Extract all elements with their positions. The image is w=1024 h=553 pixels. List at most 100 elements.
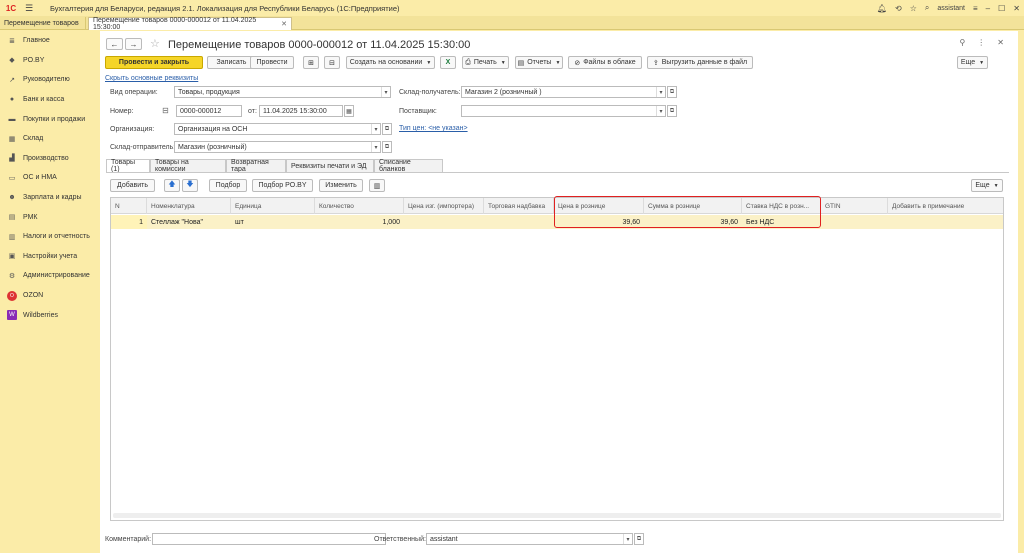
post-and-close-button[interactable]: Провести и закрыть <box>105 56 203 69</box>
move-up-button[interactable]: 🡅 <box>164 179 180 192</box>
sidebar-item-admin[interactable]: ⚙ Администрирование <box>0 266 100 286</box>
receiver-warehouse-field[interactable]: Магазин 2 (розничный ) ▾ <box>461 86 666 98</box>
save-button[interactable]: Записать <box>207 56 256 69</box>
open-supplier-button[interactable]: ⧉ <box>667 105 677 117</box>
col-n[interactable]: N <box>111 198 147 214</box>
window-tab-list[interactable]: Перемещение товаров <box>0 17 86 30</box>
select-poby-button[interactable]: Подбор PO.BY <box>252 179 313 192</box>
sidebar-item-rmk[interactable]: ▤ РМК <box>0 207 100 227</box>
col-markup[interactable]: Торговая надбавка <box>484 198 554 214</box>
structure-button[interactable]: ⊟ <box>324 56 340 69</box>
export-data-button[interactable]: ⇪ Выгрузить данные в файл <box>647 56 753 69</box>
goods-table[interactable]: N Номенклатура Единица Количество Цена и… <box>110 196 1005 521</box>
sidebar-item-poby[interactable]: ◆ PO.BY <box>0 51 100 71</box>
tab-blank-writeoff[interactable]: Списание бланков <box>374 159 443 173</box>
bell-icon[interactable]: 🔔︎ <box>877 4 887 13</box>
cell-unit[interactable]: шт <box>231 215 315 229</box>
reports-button[interactable]: ▤ Отчеты ▼ <box>515 56 563 69</box>
change-button[interactable]: Изменить <box>319 179 363 192</box>
tab-commission-goods[interactable]: Товары на комиссии <box>150 159 226 173</box>
price-type-link[interactable]: Тип цен: <не указан> <box>399 125 468 132</box>
close-tab-icon[interactable]: ✕ <box>281 20 287 28</box>
open-responsible-button[interactable]: ⧉ <box>634 533 644 545</box>
move-down-button[interactable]: 🡇 <box>182 179 198 192</box>
tab-returnable-packaging[interactable]: Возвратная тара <box>226 159 286 173</box>
more-button[interactable]: Еще ▼ <box>957 56 988 69</box>
add-row-button[interactable]: Добавить <box>110 179 155 192</box>
sidebar-item-ozon[interactable]: O OZON <box>0 286 100 306</box>
chevron-down-icon[interactable]: ▾ <box>656 106 665 116</box>
cell-gtin[interactable] <box>821 215 888 229</box>
supplier-field[interactable]: ▾ <box>461 105 666 117</box>
open-receiver-button[interactable]: ⧉ <box>667 86 677 98</box>
sidebar-item-salary[interactable]: ☻ Зарплата и кадры <box>0 188 100 208</box>
sidebar-item-main[interactable]: ≣ Главное <box>0 31 100 51</box>
col-gtin[interactable]: GTIN <box>821 198 888 214</box>
sidebar-item-sales[interactable]: ▬ Покупки и продажи <box>0 109 100 129</box>
search-icon[interactable]: ⌕ <box>925 3 929 13</box>
date-field[interactable]: 11.04.2025 15:30:00 <box>259 105 343 117</box>
operation-type-select[interactable]: Товары, продукция ▾ <box>174 86 391 98</box>
open-sender-button[interactable]: ⧉ <box>382 141 392 153</box>
select-button[interactable]: Подбор <box>209 179 247 192</box>
settings-menu-icon[interactable]: ≡ <box>973 4 978 13</box>
col-add-note[interactable]: Добавить в примечание <box>888 198 1005 214</box>
col-quantity[interactable]: Количество <box>315 198 404 214</box>
sidebar-item-production[interactable]: ▟ Производство <box>0 149 100 169</box>
window-tab-document[interactable]: Перемещение товаров 0000-000012 от 11.04… <box>88 17 292 31</box>
number-lock-icon[interactable]: ⊟ <box>162 106 169 115</box>
col-unit[interactable]: Единица <box>231 198 315 214</box>
chevron-down-icon[interactable]: ▾ <box>656 87 665 97</box>
minimize-icon[interactable]: – <box>986 4 990 13</box>
hide-main-details-link[interactable]: Скрыть основные реквизиты <box>105 75 198 82</box>
calendar-button[interactable]: ▦ <box>344 105 354 117</box>
excel-button[interactable]: X <box>440 56 456 69</box>
close-icon[interactable]: ✕ <box>997 38 1004 47</box>
favorite-star-icon[interactable]: ☆ <box>910 4 917 13</box>
col-mfr-price[interactable]: Цена изг. (импортера) <box>404 198 484 214</box>
horizontal-scrollbar[interactable] <box>113 513 1001 518</box>
link-icon[interactable]: ⚲ <box>959 38 965 47</box>
create-based-on-button[interactable]: Создать на основании ▼ <box>346 56 435 69</box>
maximize-icon[interactable]: ☐ <box>998 4 1005 13</box>
tab-goods[interactable]: Товары (1) <box>106 159 150 173</box>
back-button[interactable]: ← <box>106 38 123 50</box>
history-icon[interactable]: ⟲ <box>895 4 902 13</box>
chevron-down-icon[interactable]: ▾ <box>381 87 390 97</box>
cell-markup[interactable] <box>484 215 554 229</box>
print-button[interactable]: ⎙ Печать ▼ <box>462 56 509 69</box>
forward-button[interactable]: → <box>125 38 142 50</box>
cell-mfr-price[interactable] <box>404 215 484 229</box>
user-name[interactable]: assistant <box>937 5 965 12</box>
comment-field[interactable] <box>152 533 386 545</box>
sender-warehouse-field[interactable]: Магазин (розничный) ▾ <box>174 141 381 153</box>
cloud-files-button[interactable]: ⊘ Файлы в облаке <box>568 56 642 69</box>
favorite-star-icon[interactable]: ☆ <box>150 37 160 50</box>
cell-add-note[interactable] <box>888 215 1005 229</box>
more-vertical-icon[interactable]: ⋮ <box>977 38 985 47</box>
chevron-down-icon[interactable]: ▾ <box>371 142 380 152</box>
col-item[interactable]: Номенклатура <box>147 198 231 214</box>
chevron-down-icon[interactable]: ▾ <box>623 534 632 544</box>
sidebar-item-manager[interactable]: ↗ Руководителю <box>0 70 100 90</box>
menu-icon[interactable]: ☰ <box>22 3 36 14</box>
close-icon[interactable]: ✕ <box>1013 4 1020 13</box>
sidebar-item-warehouse[interactable]: ▦ Склад <box>0 129 100 149</box>
cell-n[interactable]: 1 <box>111 215 147 229</box>
tab-print-details[interactable]: Реквизиты печати и ЭД <box>286 159 374 172</box>
barcode-button[interactable]: ▥ <box>369 179 385 192</box>
open-organization-button[interactable]: ⧉ <box>382 123 392 135</box>
responsible-field[interactable]: assistant ▾ <box>426 533 633 545</box>
cell-item[interactable]: Стеллаж "Нова" <box>147 215 231 229</box>
sidebar-item-wildberries[interactable]: W Wildberries <box>0 305 100 325</box>
sidebar-item-taxes[interactable]: ▥ Налоги и отчетность <box>0 227 100 247</box>
sidebar-item-settings[interactable]: ▣ Настройки учета <box>0 247 100 267</box>
sidebar-item-assets[interactable]: ▭ ОС и НМА <box>0 168 100 188</box>
cell-quantity[interactable]: 1,000 <box>315 215 404 229</box>
number-field[interactable]: 0000-000012 <box>176 105 242 117</box>
movements-button[interactable]: ⊞ <box>303 56 319 69</box>
grid-more-button[interactable]: Еще ▼ <box>971 179 1003 192</box>
sidebar-item-bank[interactable]: ● Банк и касса <box>0 90 100 110</box>
chevron-down-icon[interactable]: ▾ <box>371 124 380 134</box>
post-button[interactable]: Провести <box>250 56 294 69</box>
